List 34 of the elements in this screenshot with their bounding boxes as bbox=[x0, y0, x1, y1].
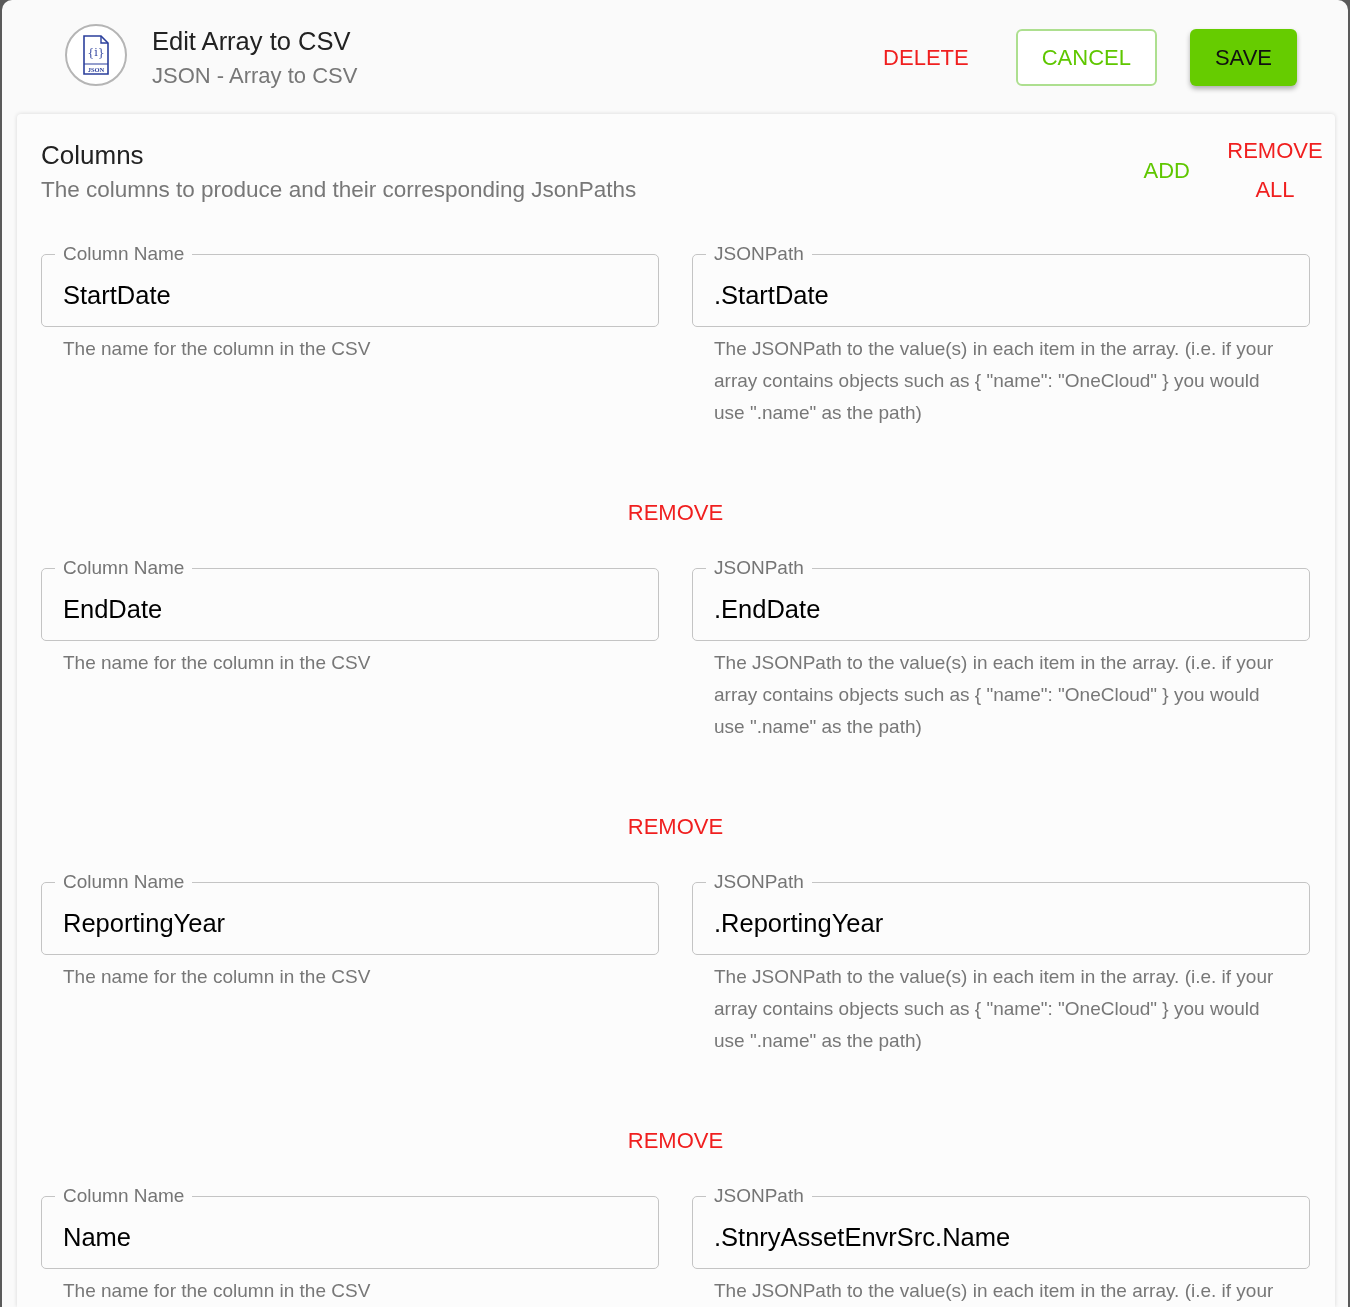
dialog-subtitle: JSON - Array to CSV bbox=[152, 62, 358, 90]
delete-button[interactable]: DELETE bbox=[869, 29, 983, 86]
field-label: Column Name bbox=[62, 1186, 186, 1206]
remove-all-button[interactable]: REMOVE ALL bbox=[1223, 131, 1327, 209]
json-path-field[interactable]: JSONPath .ReportingYear bbox=[692, 872, 1310, 955]
column-name-field[interactable]: Column Name EndDate bbox=[41, 558, 659, 641]
helper-text: The name for the column in the CSV bbox=[62, 965, 372, 989]
field-label: JSONPath bbox=[713, 244, 805, 264]
helper-text: The name for the column in the CSV bbox=[62, 1279, 372, 1303]
section-description: The columns to produce and their corresponding JsonPaths bbox=[41, 178, 637, 202]
field-label: Column Name bbox=[62, 244, 186, 264]
json-path-field[interactable]: JSONPath .StnryAssetEnvrSrc.Name bbox=[692, 1186, 1310, 1269]
remove-button[interactable]: REMOVE bbox=[619, 493, 732, 533]
field-label: JSONPath bbox=[713, 872, 805, 892]
field-label: JSONPath bbox=[713, 1186, 805, 1206]
column-name-field[interactable]: Column Name ReportingYear bbox=[41, 872, 659, 955]
helper-text: The name for the column in the CSV bbox=[62, 651, 372, 675]
save-button[interactable]: SAVE bbox=[1189, 29, 1297, 86]
json-path-field[interactable]: JSONPath .StartDate bbox=[692, 244, 1310, 327]
field-label: Column Name bbox=[62, 558, 186, 578]
remove-button[interactable]: REMOVE bbox=[619, 1121, 732, 1161]
column-name-field[interactable]: Column Name StartDate bbox=[41, 244, 659, 327]
field-label: JSONPath bbox=[713, 558, 805, 578]
helper-text: The JSONPath to the value(s) in each item in the array. (i.e. if your array contains objects such as { "name": "OneCloud" } you would use ".name" as the path) bbox=[713, 651, 1275, 739]
dialog-title: Edit Array to CSV bbox=[152, 26, 352, 56]
helper-text: The JSONPath to the value(s) in each item in the array. (i.e. if your array contains objects such as { "name": "OneCloud" } you would use ".name" as the path) bbox=[713, 965, 1275, 1053]
helper-text: The JSONPath to the value(s) in each item in the array. (i.e. if your bbox=[713, 1279, 1275, 1303]
column-name-field[interactable]: Column Name Name bbox=[41, 1186, 659, 1269]
json-path-field[interactable]: JSONPath .EndDate bbox=[692, 558, 1310, 641]
helper-text: The JSONPath to the value(s) in each item in the array. (i.e. if your array contains objects such as { "name": "OneCloud" } you would use ".name" as the path) bbox=[713, 337, 1275, 425]
section-title: Columns bbox=[41, 141, 145, 169]
field-label: Column Name bbox=[62, 872, 186, 892]
helper-text: The name for the column in the CSV bbox=[62, 337, 372, 361]
remove-button[interactable]: REMOVE bbox=[619, 807, 732, 847]
